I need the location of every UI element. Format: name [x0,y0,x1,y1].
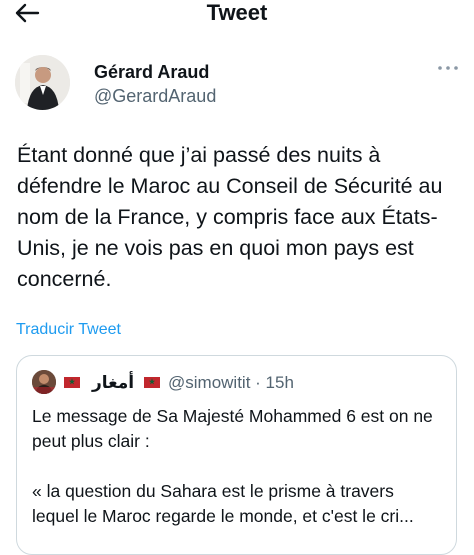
morocco-flag-icon [144,377,160,388]
quoted-avatar[interactable] [32,370,56,394]
author-handle[interactable]: @GerardAraud [94,85,216,107]
author-display-name[interactable]: Gérard Araud [94,61,209,83]
tweet-author: Gérard Araud @GerardAraud [15,55,459,111]
quoted-handle-and-time[interactable]: @simowitit · 15h [168,372,294,394]
morocco-flag-icon [64,377,80,388]
quoted-author-name[interactable]: أمغار [92,372,134,394]
quoted-paragraph: « la question du Sahara est le prisme à … [32,481,414,526]
avatar[interactable] [15,55,70,110]
top-bar: Tweet [0,0,474,28]
quoted-paragraph: Le message de Sa Majesté Mohammed 6 est … [32,406,433,451]
tweet-text: Étant donné que j’ai passé des nuits à d… [17,143,443,291]
translate-tweet-link[interactable]: Traducir Tweet [16,320,121,340]
quoted-tweet-text: Le message de Sa Majesté Mohammed 6 est … [32,404,444,529]
page-title: Tweet [206,0,268,25]
quoted-tweet[interactable]: أمغار @simowitit · 15h Le message de Sa … [16,355,457,555]
more-horizontal-icon[interactable] [437,63,459,73]
quoted-tweet-header: أمغار @simowitit · 15h [32,370,447,396]
